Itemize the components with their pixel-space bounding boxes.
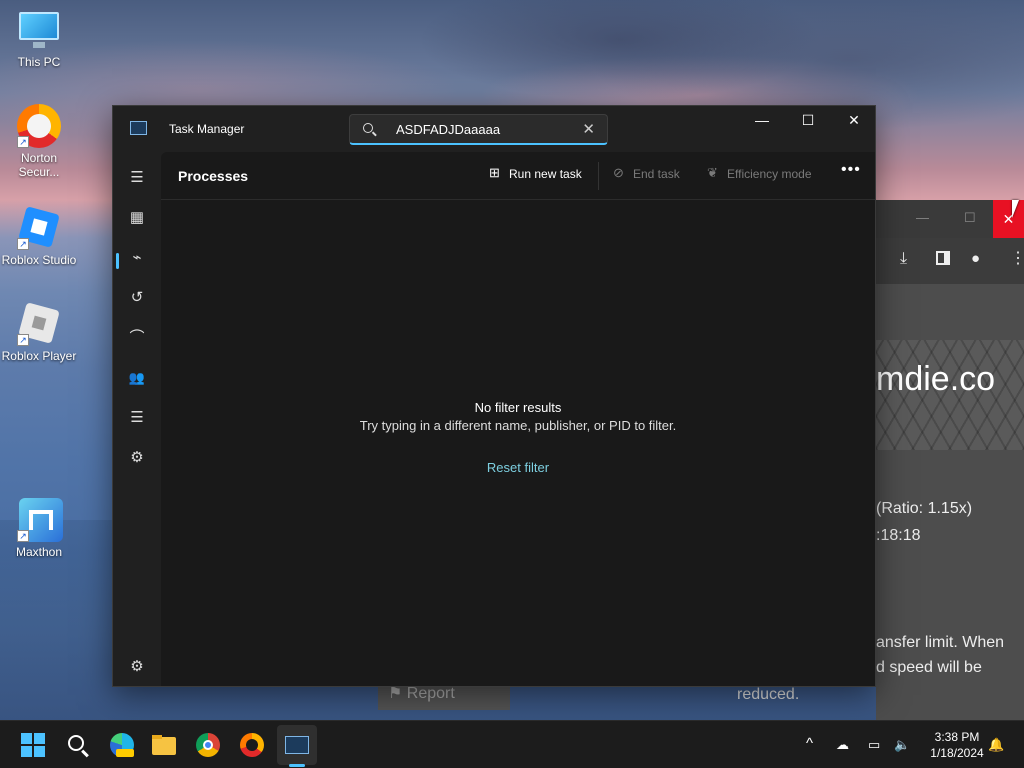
desktop-icon-roblox-player[interactable]: ↗ Roblox Player (0, 302, 78, 363)
background-browser-window[interactable]: — ☐ ✕ ⤓ ● ⋮ mdie.co (Ratio: 1.15x) :18:1… (876, 200, 1024, 720)
more-options-button[interactable]: ••• (841, 161, 861, 179)
navigation-sidebar: ☰ ▦ ⌁ ↺ ⌒ 👥 ☰ ⚙ ⚙ (113, 152, 161, 686)
limit-text-line-2: d speed will be (876, 659, 982, 676)
settings-icon[interactable]: ⚙ (125, 655, 149, 679)
site-heading: mdie.co (876, 360, 996, 398)
volume-muted-icon[interactable]: 🔈 (894, 737, 910, 753)
empty-state: No filter results Try typing in a differ… (161, 400, 875, 433)
browser-maximize-button[interactable]: ☐ (964, 210, 976, 226)
task-manager-taskbar-icon[interactable] (285, 733, 309, 757)
page-title: Processes (178, 168, 249, 184)
search-value[interactable]: ASDFADJDaaaaa (396, 122, 500, 137)
end-task-icon: ⊘ (613, 165, 624, 180)
flag-icon: ⚑ (388, 685, 403, 702)
desktop-icon-norton[interactable]: ↗ Norton Secur... (0, 104, 78, 179)
efficiency-mode-label: Efficiency mode (727, 166, 812, 181)
startup-apps-icon[interactable]: ⌒ (125, 326, 149, 350)
browser-content: mdie.co (Ratio: 1.15x) :18:18 ansfer lim… (876, 284, 1024, 720)
shortcut-arrow-icon: ↗ (17, 334, 29, 346)
shortcut-arrow-icon: ↗ (17, 530, 29, 542)
end-task-label: End task (633, 166, 680, 181)
reset-filter-link[interactable]: Reset filter (161, 460, 875, 475)
browser-close-button[interactable]: ✕ (993, 200, 1024, 238)
close-button[interactable]: ✕ (831, 106, 877, 136)
end-task-button[interactable]: ⊘ End task (611, 166, 680, 181)
maximize-button[interactable]: ☐ (785, 106, 831, 136)
services-icon[interactable]: ⚙ (125, 446, 149, 470)
task-manager-app-icon (130, 121, 147, 135)
run-new-task-button[interactable]: ⊞ Run new task (487, 166, 582, 181)
app-history-icon[interactable]: ↺ (125, 286, 149, 310)
desktop-icon-label: Norton Secur... (18, 151, 60, 179)
command-bar: Processes ⊞ Run new task ⊘ End task ❦ Ef… (161, 152, 875, 200)
roblox-studio-icon: ↗ (17, 206, 61, 250)
performance-icon[interactable]: ⌁ (125, 246, 149, 270)
empty-state-subtitle: Try typing in a different name, publishe… (359, 418, 677, 433)
ratio-text: (Ratio: 1.15x) (876, 500, 973, 517)
desktop-icon-label: Roblox Studio (1, 253, 77, 267)
chrome-icon[interactable] (196, 733, 220, 757)
title-bar: Task Manager ASDFADJDaaaaa ✕ — ☐ ✕ (113, 106, 875, 152)
command-separator (598, 162, 599, 190)
desktop-icon-label: Maxthon (15, 545, 63, 559)
desktop-icon-roblox-studio[interactable]: ↗ Roblox Studio (0, 206, 78, 267)
desktop-icon-maxthon[interactable]: ↗ Maxthon (0, 498, 78, 559)
run-task-icon: ⊞ (489, 165, 500, 180)
download-icon[interactable]: ⤓ (900, 250, 907, 268)
empty-state-title: No filter results (474, 400, 562, 415)
processes-icon[interactable]: ▦ (125, 206, 149, 230)
file-explorer-icon[interactable] (152, 733, 176, 757)
task-manager-window[interactable]: Task Manager ASDFADJDaaaaa ✕ — ☐ ✕ ☰ ▦ ⌁… (112, 105, 876, 687)
search-input[interactable]: ASDFADJDaaaaa ✕ (349, 114, 608, 145)
clock-date: 1/18/2024 (930, 746, 984, 760)
limit-text-line-1: ansfer limit. When (876, 634, 1005, 651)
leaf-icon: ❦ (707, 165, 718, 180)
shortcut-arrow-icon: ↗ (17, 136, 29, 148)
desktop-icon-label: This PC (17, 55, 61, 69)
shortcut-arrow-icon: ↗ (17, 238, 29, 250)
desktop-icon-label: Roblox Player (1, 349, 77, 363)
desktop-icon-this-pc[interactable]: This PC (0, 8, 78, 69)
maxthon-icon: ↗ (17, 498, 63, 542)
run-new-task-label: Run new task (509, 166, 582, 181)
taskbar: ^ ☁ ▭ 🔈 3:38 PM 1/18/2024 🔔 (0, 720, 1024, 768)
search-icon[interactable] (66, 733, 90, 758)
time-text: :18:18 (876, 527, 921, 544)
sidebar-toggle-icon[interactable] (936, 251, 950, 265)
active-indicator (116, 253, 119, 269)
roblox-player-icon: ↗ (17, 302, 61, 346)
clock-time: 3:38 PM (934, 730, 980, 744)
start-button[interactable] (21, 733, 45, 757)
limit-text-line-3: reduced. (737, 686, 800, 703)
search-icon (363, 123, 373, 133)
clear-search-button[interactable]: ✕ (582, 120, 595, 138)
active-app-indicator (289, 764, 305, 767)
browser-titlebar: — ☐ ✕ (876, 200, 1024, 238)
window-title: Task Manager (169, 122, 245, 136)
system-clock[interactable]: 3:38 PM 1/18/2024 (920, 729, 994, 761)
norton-taskbar-icon[interactable] (240, 733, 264, 757)
monitor-icon (17, 8, 61, 52)
hamburger-icon[interactable]: ☰ (125, 166, 149, 190)
tray-overflow-chevron[interactable]: ^ (806, 735, 813, 752)
onedrive-icon[interactable]: ☁ (836, 737, 849, 753)
menu-icon[interactable]: ⋮ (1010, 248, 1024, 268)
notification-bell-icon[interactable]: 🔔 (988, 737, 1004, 753)
profile-icon[interactable]: ● (971, 250, 980, 267)
norton-icon: ↗ (17, 104, 61, 148)
details-icon[interactable]: ☰ (125, 406, 149, 430)
processes-panel: Processes ⊞ Run new task ⊘ End task ❦ Ef… (161, 152, 875, 686)
network-icon[interactable]: ▭ (868, 737, 880, 753)
users-icon[interactable]: 👥 (125, 366, 149, 390)
minimize-button[interactable]: — (739, 106, 785, 136)
edge-beta-icon[interactable] (110, 733, 134, 757)
browser-toolbar: ⤓ ● ⋮ (876, 238, 1024, 284)
report-label: Report (406, 685, 455, 702)
browser-minimize-button[interactable]: — (916, 210, 929, 225)
mouse-cursor-icon (1012, 200, 1019, 218)
efficiency-mode-button[interactable]: ❦ Efficiency mode (705, 165, 812, 181)
